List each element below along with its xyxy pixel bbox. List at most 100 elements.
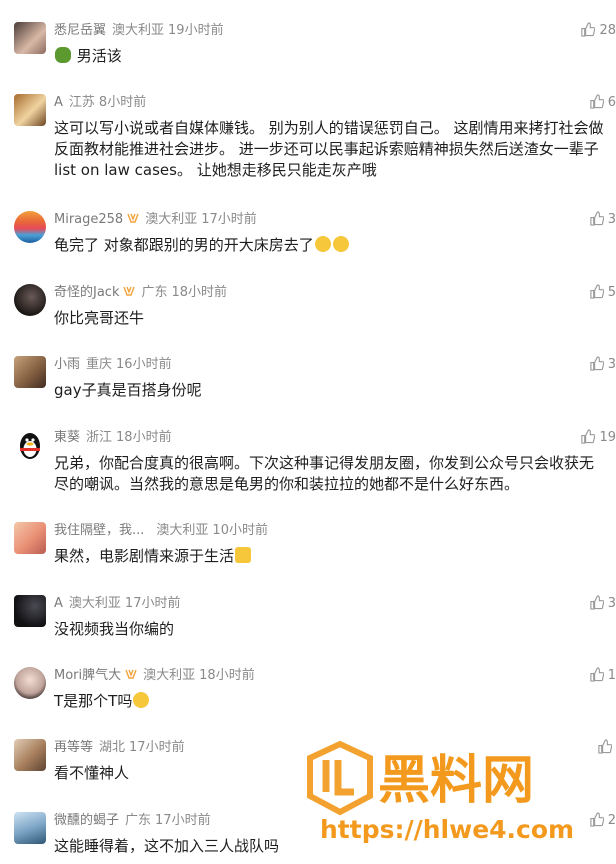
crying-emoji-icon (314, 236, 331, 252)
location: 广东 (125, 813, 152, 828)
comment-meta: 東葵 浙江 18小时前 (54, 429, 172, 447)
comment-meta: Mori脾气大 澳大利亚 18小时前 (54, 667, 255, 685)
avatar[interactable] (14, 356, 46, 388)
like-button[interactable]: 5 (589, 284, 616, 302)
comment-meta: 再等等 湖北 17小时前 (54, 739, 185, 757)
comment-meta: A 江苏 8小时前 (54, 94, 146, 112)
username[interactable]: 微醺的蝎子 (54, 813, 119, 828)
location: 澳大利亚 (112, 23, 165, 38)
thumbs-up-icon (590, 94, 605, 109)
timestamp: 18小时前 (116, 430, 172, 445)
username[interactable]: A (54, 95, 63, 110)
avatar[interactable] (14, 667, 46, 699)
thumbs-up-emoji-icon (235, 547, 252, 563)
like-button[interactable]: 28 (580, 22, 616, 40)
like-count: 1 (607, 668, 616, 683)
like-button[interactable]: 3 (589, 595, 616, 613)
username[interactable]: 我住隔壁，我... (54, 523, 144, 538)
thumbs-up-icon (590, 667, 605, 682)
username[interactable]: Mirage258 (54, 212, 123, 227)
comment-text: 没视频我当你编的 (54, 620, 175, 638)
location: 江苏 (68, 95, 95, 110)
avatar[interactable] (14, 739, 46, 771)
username[interactable]: Mori脾气大 (54, 668, 121, 683)
like-count: 19 (599, 430, 616, 445)
comment-meta: 小雨 重庆 16小时前 (54, 356, 172, 374)
timestamp: 19小时前 (168, 23, 224, 38)
like-count: 3 (607, 357, 616, 372)
avatar[interactable] (14, 22, 46, 54)
like-button[interactable]: 3 (589, 211, 616, 229)
avatar[interactable] (14, 284, 46, 316)
comment-meta: 悉尼岳翼 澳大利亚 19小时前 (54, 22, 224, 40)
thumbs-up-icon (581, 429, 596, 444)
timestamp: 17小时前 (201, 212, 257, 227)
like-button[interactable]: 1 (589, 667, 616, 685)
avatar[interactable] (14, 429, 46, 461)
watermark: 黑料网 https://hlwe4.com (300, 740, 616, 850)
like-button[interactable]: 3 (589, 356, 616, 374)
vip-badge-icon (127, 213, 139, 223)
turtle-emoji-icon (55, 47, 71, 63)
comment-meta: A 澳大利亚 17小时前 (54, 595, 180, 613)
thumbs-up-icon (581, 22, 596, 37)
comment-text: 龟完了 对象都跟别的男的开大床房去了 (54, 235, 606, 256)
laughing-emoji-icon (133, 692, 150, 708)
crying-emoji-icon (332, 236, 349, 252)
comment-text: 你比亮哥还牛 (54, 309, 145, 327)
comment-meta: 微醺的蝎子 广东 17小时前 (54, 812, 211, 830)
location: 湖北 (99, 740, 126, 755)
watermark-logo-icon: 黑料网 https://hlwe4.com (307, 740, 575, 845)
avatar[interactable] (14, 595, 46, 627)
timestamp: 16小时前 (116, 357, 172, 372)
username[interactable]: A (54, 596, 63, 611)
like-count: 3 (607, 596, 616, 611)
thumbs-up-icon (590, 211, 605, 226)
like-count: 6 (607, 95, 616, 110)
location: 澳大利亚 (143, 668, 196, 683)
comment-text: 兄弟，你配合度真的很高啊。下次这种事记得发朋友圈，你发到公众号只会收获无尽的嘲讽… (54, 454, 595, 493)
like-count: 3 (607, 212, 616, 227)
comment-text: gay子真是百搭身份呢 (54, 381, 202, 399)
location: 澳大利亚 (156, 523, 209, 538)
avatar[interactable] (14, 812, 46, 844)
comment-meta: 我住隔壁，我... 澳大利亚 10小时前 (54, 522, 268, 540)
timestamp: 8小时前 (98, 95, 147, 110)
avatar[interactable] (14, 94, 46, 126)
location: 重庆 (86, 357, 113, 372)
thumbs-up-icon (590, 356, 605, 371)
timestamp: 18小时前 (199, 668, 255, 683)
username[interactable]: 小雨 (54, 357, 80, 372)
like-count: 28 (599, 23, 616, 38)
location: 广东 (141, 285, 168, 300)
like-count: 5 (607, 285, 616, 300)
timestamp: 17小时前 (155, 813, 211, 828)
timestamp: 17小时前 (124, 596, 181, 611)
comment-text: T是那个T吗 (54, 691, 606, 712)
timestamp: 17小时前 (129, 740, 185, 755)
location: 澳大利亚 (145, 212, 198, 227)
vip-badge-icon (123, 286, 136, 296)
comment-text: 果然，电影剧情来源于生活 (54, 546, 606, 567)
comment-text: 这可以写小说或者自媒体赚钱。 别为别人的错误惩罚自己。 这剧情用来拷打社会做反面… (54, 119, 604, 179)
watermark-brand: 黑料网 (378, 751, 534, 811)
timestamp: 10小时前 (212, 523, 268, 538)
username[interactable]: 奇怪的Jack (54, 285, 119, 300)
comment-meta: Mirage258 澳大利亚 17小时前 (54, 211, 257, 229)
thumbs-up-icon (590, 595, 605, 610)
avatar[interactable] (14, 211, 46, 243)
penguin-avatar-icon (20, 433, 40, 459)
vip-badge-icon (125, 669, 137, 679)
watermark-url: https://hlwe4.com (320, 815, 574, 844)
timestamp: 18小时前 (171, 285, 228, 300)
comment-text: 男活该 (54, 46, 606, 67)
like-button[interactable]: 19 (580, 429, 616, 447)
avatar[interactable] (14, 522, 46, 554)
username[interactable]: 再等等 (54, 740, 93, 755)
location: 浙江 (86, 430, 113, 445)
like-button[interactable]: 6 (589, 94, 616, 112)
username[interactable]: 悉尼岳翼 (54, 23, 106, 38)
thumbs-up-icon (590, 284, 605, 299)
username[interactable]: 東葵 (54, 430, 80, 445)
location: 澳大利亚 (68, 596, 121, 611)
